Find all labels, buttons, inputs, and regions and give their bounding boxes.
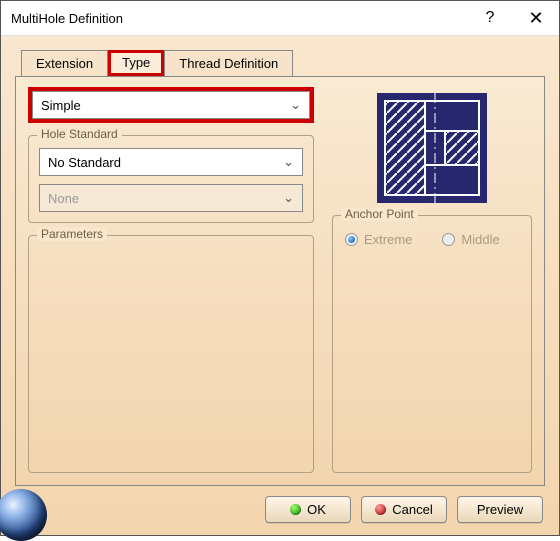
cancel-icon bbox=[375, 504, 386, 515]
type-combo-highlight: Simple ⌄ bbox=[28, 87, 314, 123]
standard-secondary-value: None bbox=[48, 191, 79, 206]
hole-standard-group: Hole Standard No Standard ⌄ None ⌄ bbox=[28, 135, 314, 223]
left-column: Simple ⌄ Hole Standard No Standard ⌄ Non… bbox=[28, 87, 314, 473]
window-title: MultiHole Definition bbox=[11, 11, 467, 26]
radio-icon bbox=[442, 233, 455, 246]
standard-secondary-select: None ⌄ bbox=[39, 184, 303, 212]
hole-type-select[interactable]: Simple ⌄ bbox=[32, 91, 310, 119]
cancel-label: Cancel bbox=[392, 502, 432, 517]
anchor-radio-row: Extreme Middle bbox=[343, 228, 521, 251]
ok-icon bbox=[290, 504, 301, 515]
tab-thread-definition[interactable]: Thread Definition bbox=[164, 50, 293, 76]
preview-icon-wrap bbox=[332, 87, 532, 211]
tab-panel: Simple ⌄ Hole Standard No Standard ⌄ Non… bbox=[15, 76, 545, 486]
anchor-middle-label: Middle bbox=[461, 232, 499, 247]
tab-type[interactable]: Type bbox=[108, 50, 164, 76]
anchor-extreme-radio: Extreme bbox=[345, 232, 412, 247]
titlebar: MultiHole Definition ? ✕ bbox=[1, 1, 559, 36]
ok-button[interactable]: OK bbox=[265, 496, 351, 523]
anchor-middle-radio: Middle bbox=[442, 232, 499, 247]
decorative-orb-icon bbox=[0, 489, 47, 541]
button-bar: OK Cancel Preview bbox=[15, 486, 545, 525]
hole-schematic-icon bbox=[377, 93, 487, 203]
standard-value: No Standard bbox=[48, 155, 121, 170]
standard-select[interactable]: No Standard ⌄ bbox=[39, 148, 303, 176]
chevron-down-icon: ⌄ bbox=[283, 154, 294, 170]
hole-standard-title: Hole Standard bbox=[37, 127, 122, 141]
cancel-button[interactable]: Cancel bbox=[361, 496, 447, 523]
hole-type-value: Simple bbox=[41, 98, 81, 113]
tab-extension[interactable]: Extension bbox=[21, 50, 108, 76]
anchor-extreme-label: Extreme bbox=[364, 232, 412, 247]
chevron-down-icon: ⌄ bbox=[283, 190, 294, 206]
radio-icon bbox=[345, 233, 358, 246]
parameters-title: Parameters bbox=[37, 227, 107, 241]
anchor-point-group: Anchor Point Extreme Middle bbox=[332, 215, 532, 473]
preview-button[interactable]: Preview bbox=[457, 496, 543, 523]
dialog-window: MultiHole Definition ? ✕ Extension Type … bbox=[0, 0, 560, 536]
tab-bar: Extension Type Thread Definition bbox=[21, 50, 545, 76]
close-button[interactable]: ✕ bbox=[513, 1, 559, 35]
chevron-down-icon: ⌄ bbox=[290, 97, 301, 113]
preview-label: Preview bbox=[477, 502, 523, 517]
help-button[interactable]: ? bbox=[467, 1, 513, 35]
right-column: Anchor Point Extreme Middle bbox=[332, 87, 532, 473]
ok-label: OK bbox=[307, 502, 326, 517]
parameters-group: Parameters bbox=[28, 235, 314, 473]
anchor-point-title: Anchor Point bbox=[341, 207, 418, 221]
client-area: Extension Type Thread Definition Simple … bbox=[1, 36, 559, 535]
